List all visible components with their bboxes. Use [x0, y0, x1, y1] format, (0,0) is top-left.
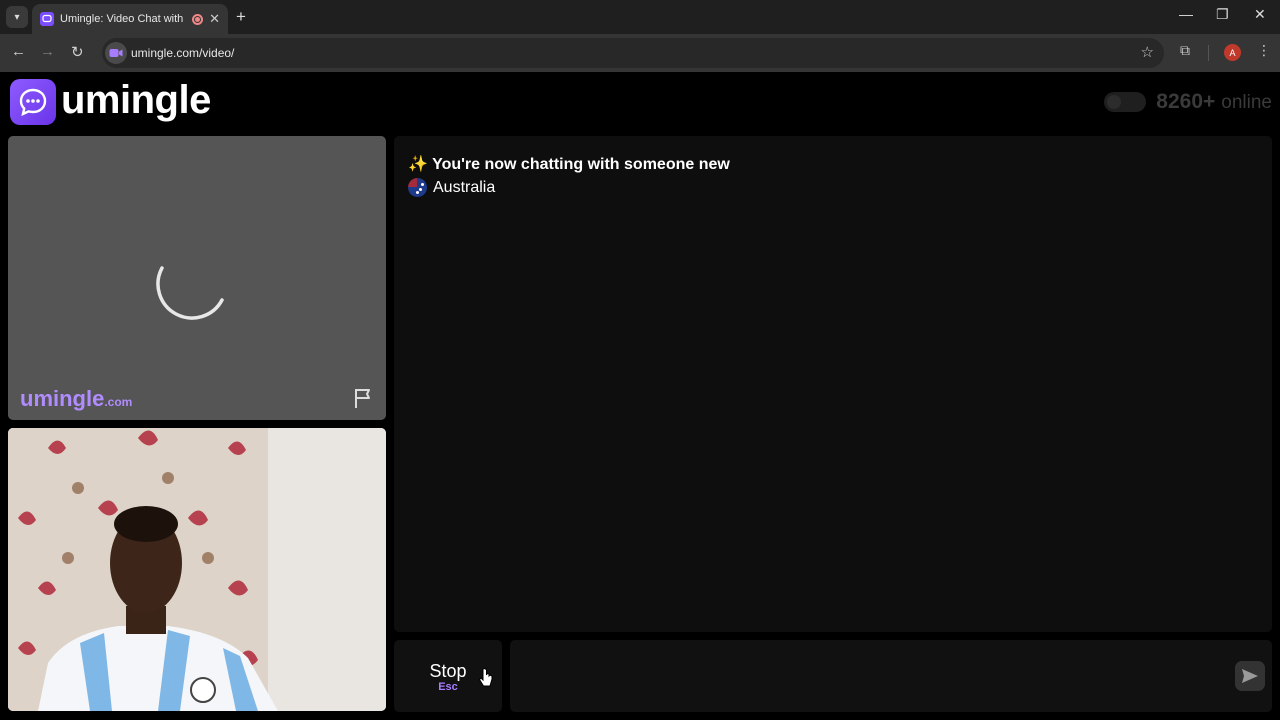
- video-watermark: umingle.com: [20, 386, 132, 412]
- url-text: umingle.com/video/: [131, 46, 235, 60]
- browser-tab-bar: ▾ Umingle: Video Chat with St ✕ + — ❐ ✕: [0, 0, 1280, 34]
- restore-icon[interactable]: ❐: [1216, 6, 1229, 23]
- bookmark-star-icon[interactable]: ☆: [1141, 43, 1154, 61]
- window-close-icon[interactable]: ✕: [1254, 6, 1266, 23]
- profile-avatar[interactable]: A: [1224, 44, 1241, 61]
- recording-icon: [192, 13, 204, 25]
- message-input[interactable]: [510, 640, 1272, 712]
- theme-toggle[interactable]: [1104, 92, 1147, 112]
- menu-kebab-icon[interactable]: ⋮: [1257, 42, 1271, 59]
- self-camera-feed: [8, 428, 386, 711]
- loading-spinner-icon: [156, 266, 224, 320]
- watermark-text: umingle: [20, 386, 105, 411]
- tab-favicon-icon: [40, 12, 54, 26]
- sparkles-icon: ✨: [408, 156, 428, 173]
- forward-icon[interactable]: →: [40, 43, 55, 60]
- chat-panel: ✨ You're now chatting with someone new A…: [394, 136, 1272, 632]
- online-indicator: 8260+ online: [1104, 90, 1272, 114]
- chat-bubble-logo-icon[interactable]: [10, 79, 56, 125]
- self-camera-panel: [8, 428, 386, 711]
- tab-search-icon[interactable]: ▾: [6, 6, 28, 28]
- tab-title: Umingle: Video Chat with St: [60, 13, 187, 25]
- watermark-suffix: .com: [104, 395, 133, 409]
- chat-status-message: ✨ You're now chatting with someone new: [408, 154, 730, 174]
- online-label: online: [1221, 92, 1272, 113]
- site-logo-text[interactable]: umingle: [61, 78, 211, 123]
- mouse-pointer-icon: [478, 668, 493, 687]
- page-content: umingle 8260+ online umingle.com ✨ You'r…: [0, 72, 1280, 720]
- send-icon: [1242, 669, 1258, 683]
- tab-close-icon[interactable]: ✕: [209, 11, 220, 27]
- stranger-video-panel: umingle.com: [8, 136, 386, 420]
- back-icon[interactable]: ←: [11, 43, 26, 60]
- browser-toolbar: ← → ↻ umingle.com/video/ ☆ ⧉ A ⋮: [0, 34, 1280, 72]
- minimize-icon[interactable]: —: [1179, 6, 1193, 22]
- new-tab-button[interactable]: +: [236, 7, 246, 27]
- toolbar-divider: [1208, 45, 1209, 61]
- address-bar[interactable]: umingle.com/video/ ☆: [102, 38, 1164, 68]
- report-flag-icon[interactable]: [352, 386, 376, 410]
- country-line: Australia: [408, 178, 495, 197]
- country-name: Australia: [433, 178, 496, 196]
- reload-icon[interactable]: ↻: [71, 43, 84, 61]
- status-text: You're now chatting with someone new: [432, 156, 730, 173]
- send-button[interactable]: [1235, 661, 1265, 691]
- online-count: 8260+: [1156, 90, 1216, 113]
- browser-tab-active[interactable]: Umingle: Video Chat with St ✕: [32, 4, 228, 34]
- site-info-icon[interactable]: [105, 42, 127, 64]
- australia-flag-icon: [408, 178, 427, 197]
- extensions-icon[interactable]: ⧉: [1180, 42, 1190, 59]
